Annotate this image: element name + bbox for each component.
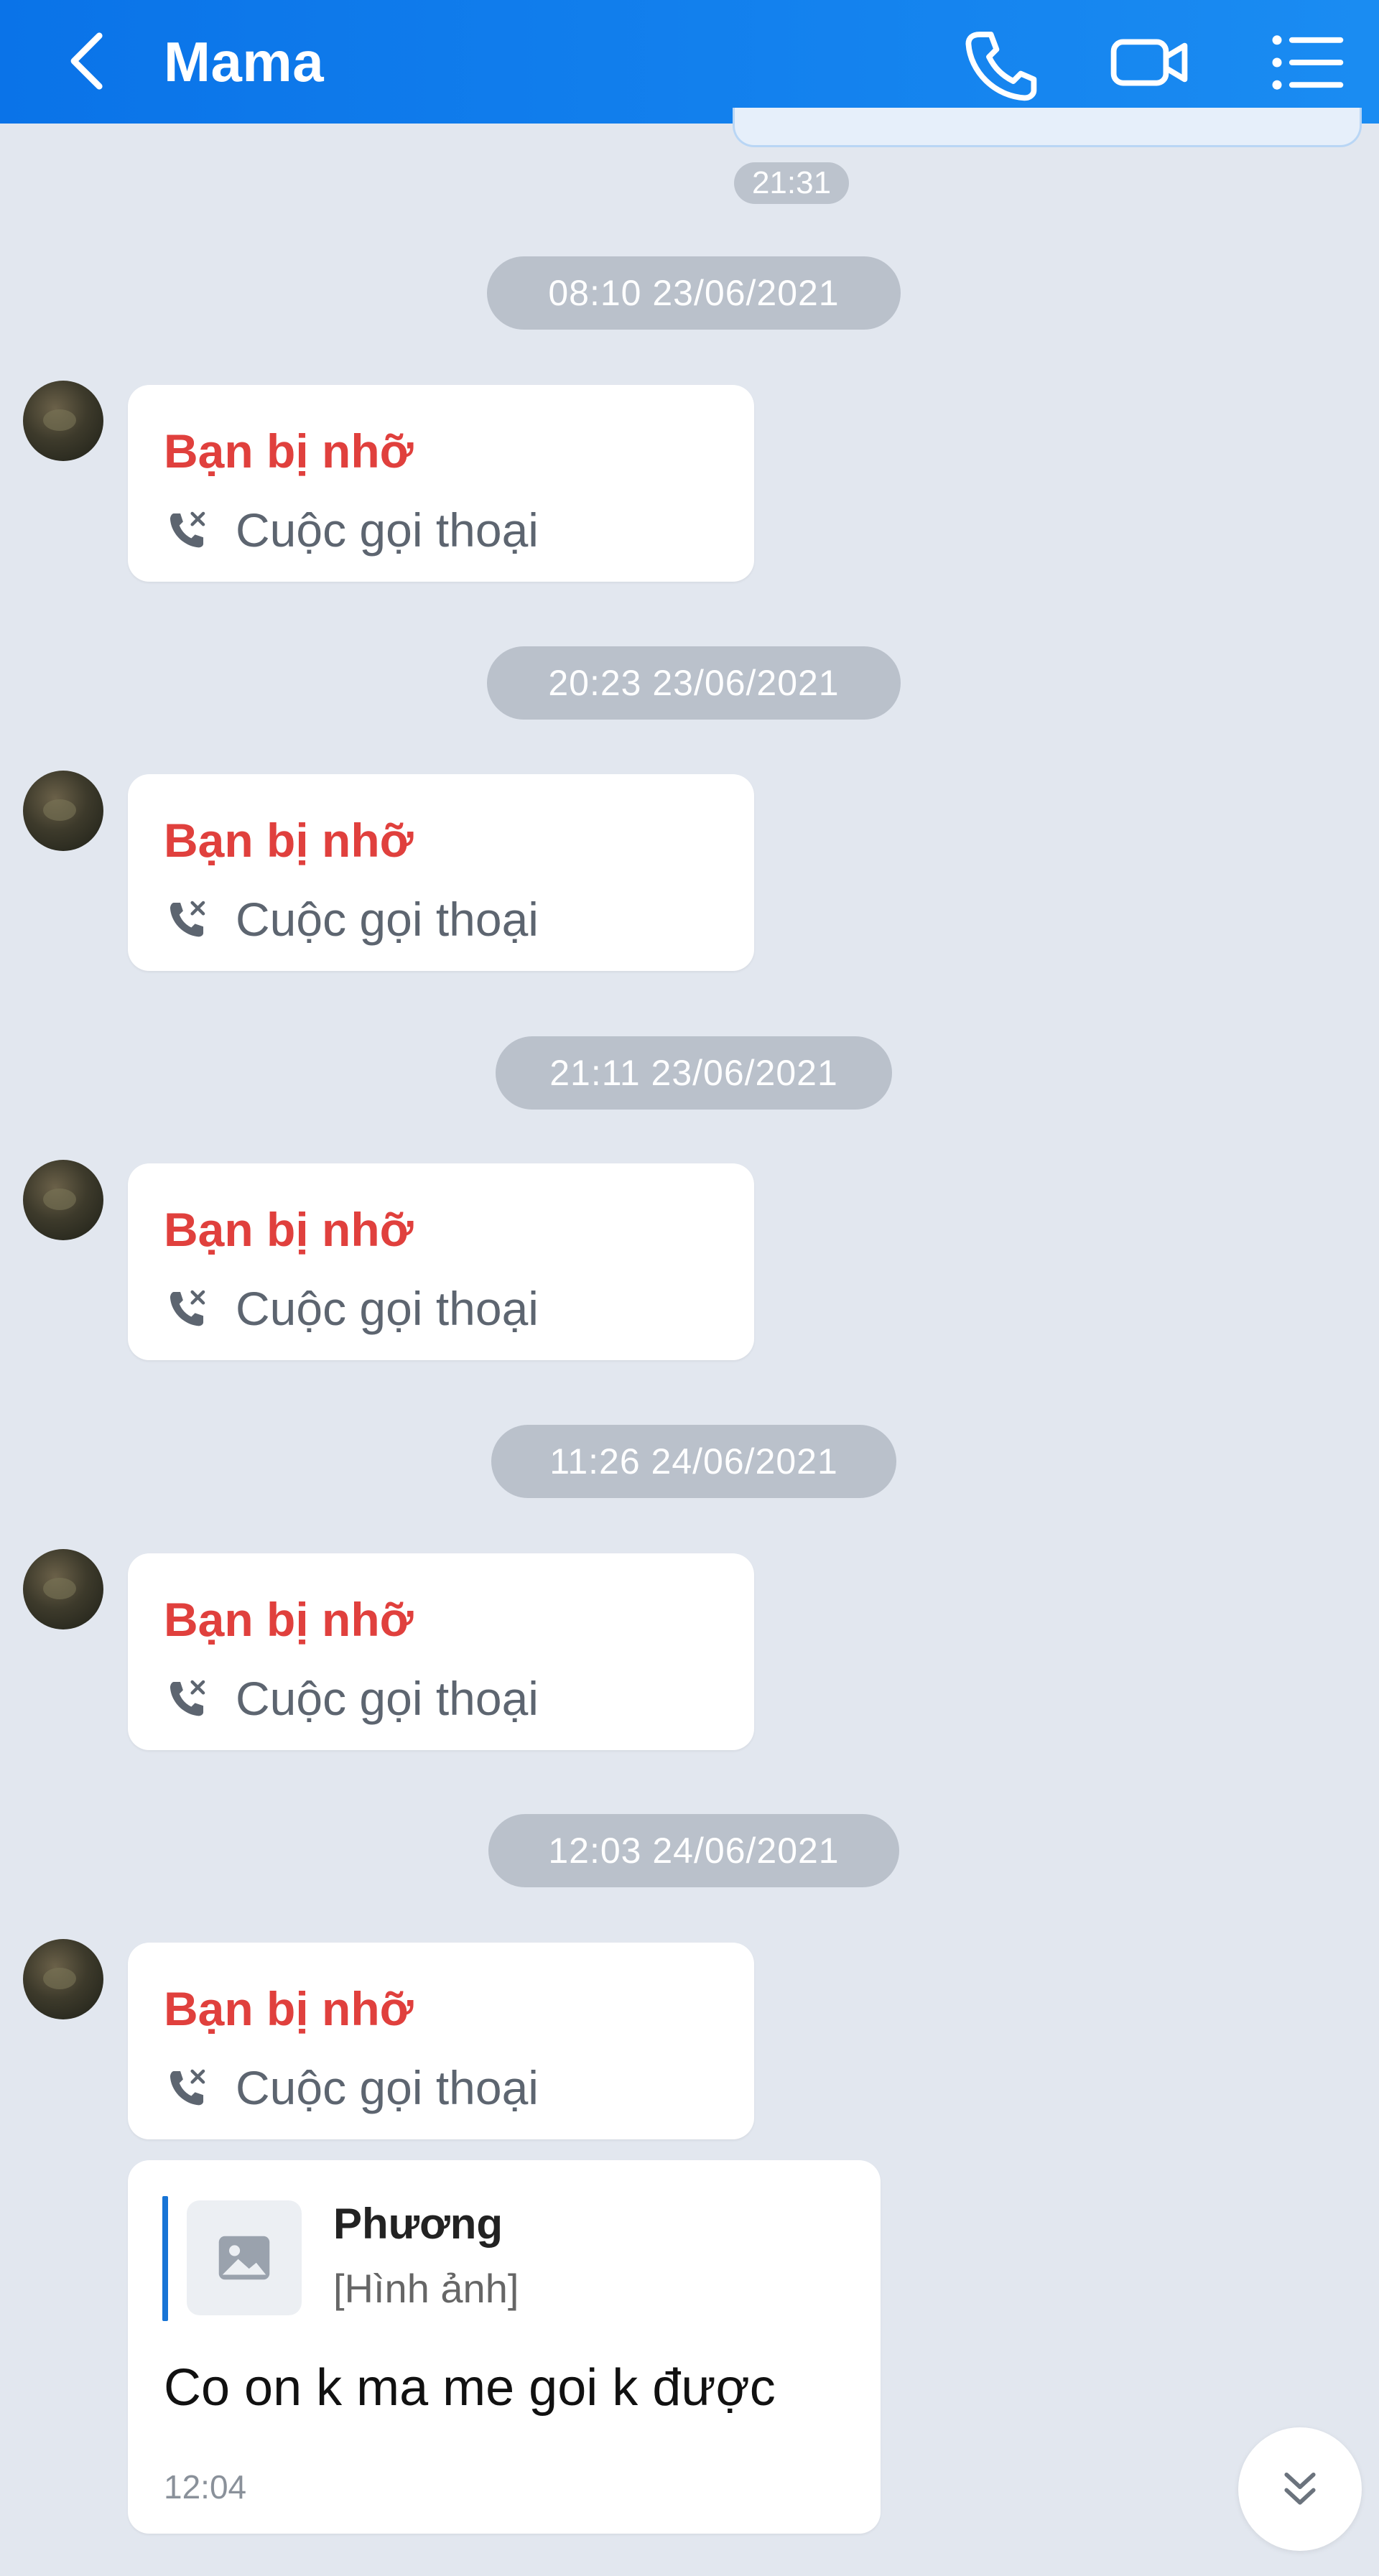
date-separator: 21:11 23/06/2021 [496, 1036, 892, 1110]
missed-call-icon [164, 1675, 210, 1721]
message-time: 21:31 [734, 162, 849, 204]
back-chevron-icon[interactable] [50, 22, 129, 101]
quoted-image-thumbnail[interactable] [187, 2200, 302, 2315]
missed-call-status: Bạn bị nhỡ [164, 814, 414, 867]
image-icon [218, 2236, 270, 2280]
missed-call-status: Bạn bị nhỡ [164, 1982, 414, 2035]
avatar[interactable] [23, 1939, 103, 2019]
contact-name[interactable]: Mama [164, 26, 324, 98]
reply-message-bubble[interactable]: Phương [Hình ảnh] Co on k ma me goi k đư… [128, 2160, 881, 2534]
missed-call-icon [164, 2065, 210, 2111]
missed-call-bubble[interactable]: Bạn bị nhỡ Cuộc gọi thoại [128, 774, 754, 971]
missed-call-status: Bạn bị nhỡ [164, 1593, 414, 1646]
avatar[interactable] [23, 381, 103, 461]
list-menu-icon[interactable] [1258, 16, 1352, 109]
quoted-content-type: [Hình ảnh] [333, 2266, 519, 2311]
chat-header: Mama [0, 0, 1379, 124]
missed-call-bubble[interactable]: Bạn bị nhỡ Cuộc gọi thoại [128, 1163, 754, 1360]
avatar[interactable] [23, 1160, 103, 1240]
date-separator: 12:03 24/06/2021 [488, 1814, 899, 1887]
message-time: 12:04 [164, 2468, 247, 2506]
call-type-label: Cuộc gọi thoại [236, 893, 539, 946]
quote-bar [162, 2196, 168, 2321]
missed-call-bubble[interactable]: Bạn bị nhỡ Cuộc gọi thoại [128, 1553, 754, 1750]
scroll-to-bottom-button[interactable] [1238, 2427, 1362, 2551]
missed-call-status: Bạn bị nhỡ [164, 1203, 414, 1256]
video-camera-icon[interactable] [1102, 16, 1196, 109]
phone-icon[interactable] [952, 16, 1045, 109]
avatar[interactable] [23, 1549, 103, 1629]
missed-call-status: Bạn bị nhỡ [164, 424, 414, 478]
call-type-label: Cuộc gọi thoại [236, 1282, 539, 1335]
missed-call-icon [164, 1285, 210, 1331]
missed-call-bubble[interactable]: Bạn bị nhỡ Cuộc gọi thoại [128, 385, 754, 582]
previous-message-bubble[interactable] [733, 108, 1362, 147]
missed-call-icon [164, 896, 210, 942]
call-type-label: Cuộc gọi thoại [236, 503, 539, 557]
missed-call-icon [164, 507, 210, 553]
message-text: Co on k ma me goi k được [164, 2359, 776, 2417]
call-type-label: Cuộc gọi thoại [236, 1672, 539, 1725]
call-type-label: Cuộc gọi thoại [236, 2061, 539, 2114]
date-separator: 11:26 24/06/2021 [491, 1425, 896, 1498]
missed-call-bubble[interactable]: Bạn bị nhỡ Cuộc gọi thoại [128, 1943, 754, 2139]
quoted-sender-name: Phương [333, 2200, 503, 2248]
avatar[interactable] [23, 771, 103, 851]
date-separator: 20:23 23/06/2021 [487, 646, 901, 720]
date-separator: 08:10 23/06/2021 [487, 256, 901, 330]
double-chevron-down-icon [1284, 2472, 1316, 2505]
